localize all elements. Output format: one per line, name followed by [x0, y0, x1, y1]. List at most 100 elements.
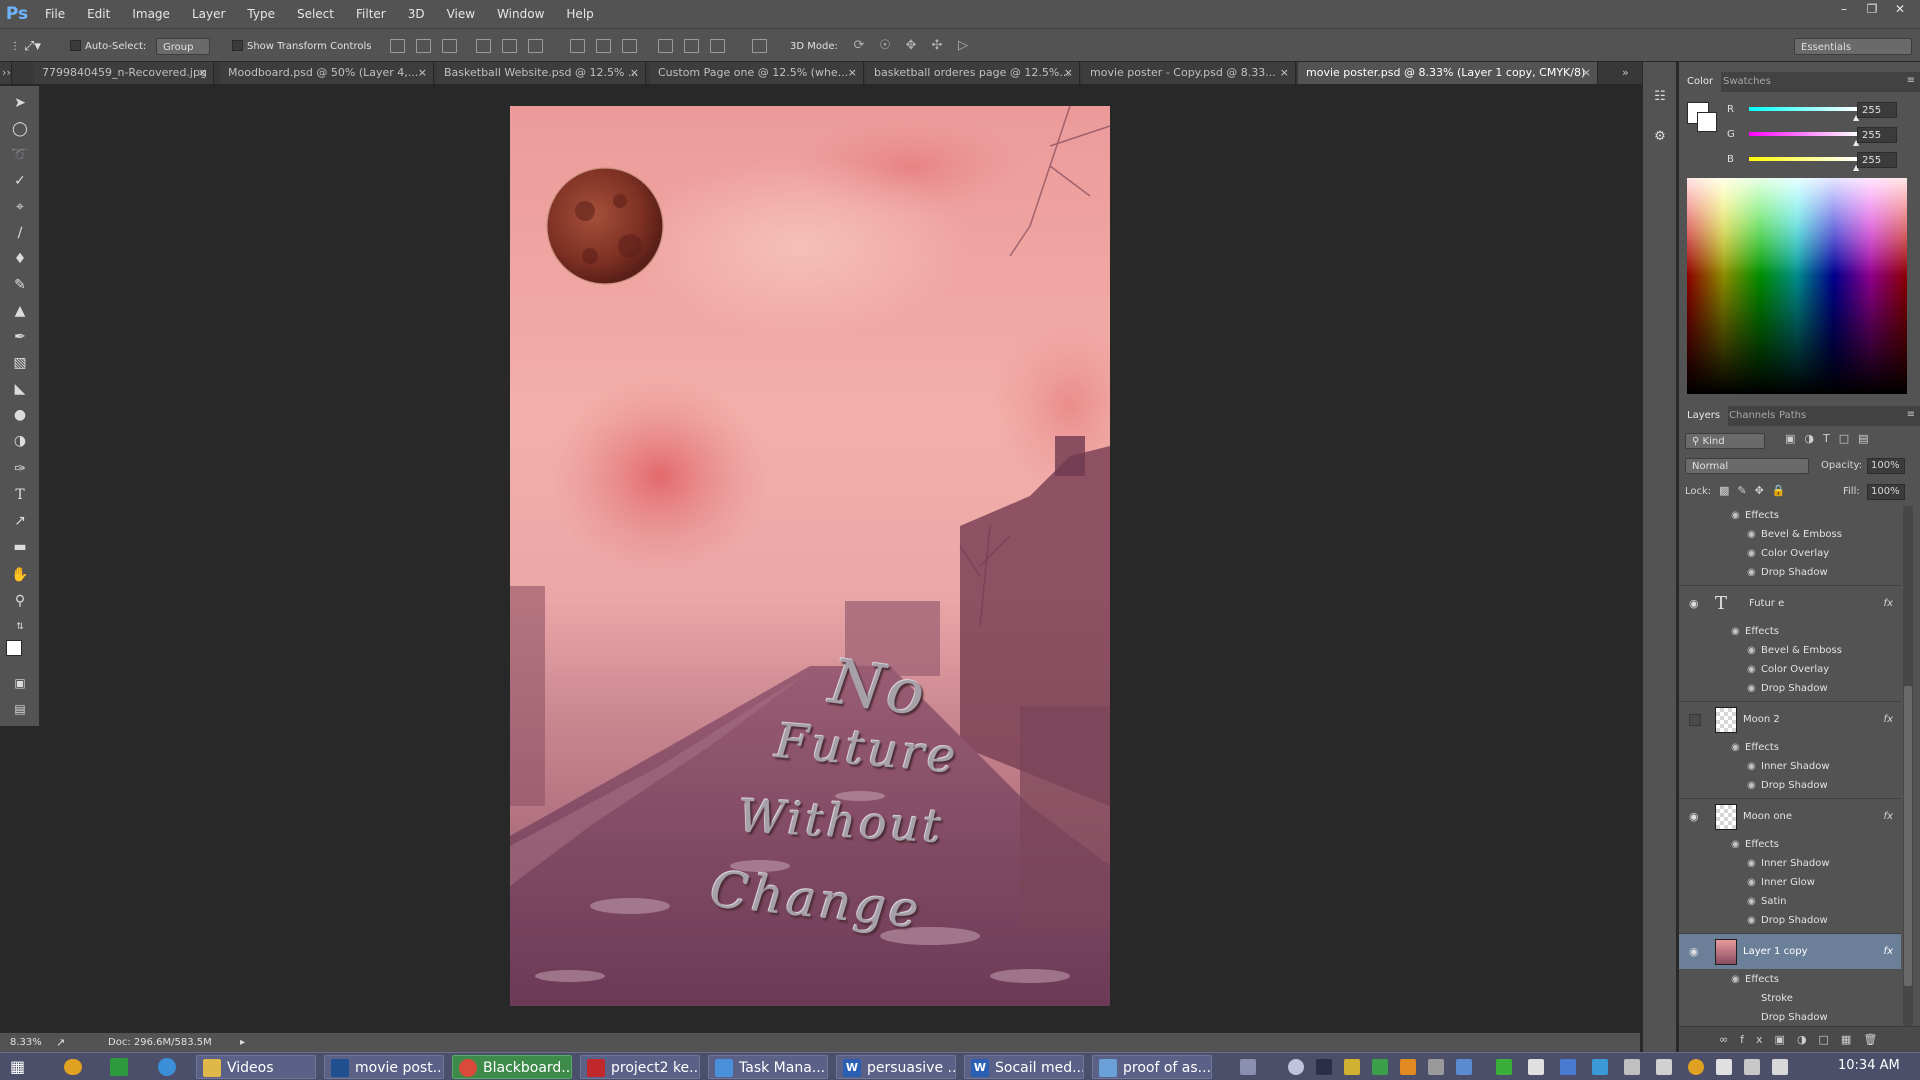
layer-row-selected[interactable]: ◉ Layer 1 copy fx [1679, 933, 1901, 969]
opacity-field[interactable]: 100% [1867, 458, 1905, 474]
zoom-level[interactable]: 8.33% [10, 1033, 42, 1053]
tab-swatches[interactable]: Swatches [1715, 72, 1779, 92]
eye-icon[interactable]: ◉ [1689, 586, 1699, 622]
menu-view[interactable]: View [436, 0, 486, 28]
movie-poster-canvas[interactable]: No Future Without Change [510, 106, 1110, 1006]
effect-item[interactable]: ◉ Drop Shadow [1679, 679, 1901, 698]
taskbar-button[interactable]: proof of as... [1092, 1055, 1212, 1079]
effects-group[interactable]: ◉ Effects [1679, 506, 1901, 525]
status-menu-arrow-icon[interactable]: ▸ [240, 1033, 245, 1053]
effect-item[interactable]: ◉ Inner Shadow [1679, 854, 1901, 873]
swap-colors-icon[interactable]: ⇅ [9, 616, 31, 638]
show-transform-checkbox[interactable]: Show Transform Controls [232, 38, 371, 55]
bluetooth-icon[interactable] [1560, 1059, 1576, 1075]
eye-icon[interactable]: ◉ [1747, 563, 1756, 582]
close-icon[interactable]: × [1280, 62, 1289, 84]
keyboard-icon[interactable] [1240, 1059, 1256, 1075]
eraser-tool-icon[interactable]: ▧ [9, 352, 31, 374]
eye-icon[interactable]: ◉ [1731, 835, 1740, 854]
blue-slider[interactable]: B ▲ 255 [1727, 152, 1897, 172]
chrome-tray-icon[interactable] [1688, 1059, 1704, 1075]
eye-icon[interactable]: ◉ [1747, 679, 1756, 698]
nvidia-icon[interactable] [1496, 1059, 1512, 1075]
path-select-tool-icon[interactable]: ↗ [9, 510, 31, 532]
taskbar-button[interactable]: movie post... [324, 1055, 444, 1079]
align-right-icon[interactable] [528, 39, 543, 53]
eye-icon[interactable]: ◉ [1747, 660, 1756, 679]
distribute-left-icon[interactable] [658, 39, 673, 53]
blue-track[interactable] [1749, 157, 1857, 161]
crop-tool-icon[interactable]: ⌖ [9, 196, 31, 218]
align-vertical-center-icon[interactable] [416, 39, 431, 53]
layer-filter-icons[interactable]: ▣◑T□▤ [1785, 432, 1915, 448]
3d-slide-icon[interactable]: ✣ [928, 38, 946, 54]
effects-group[interactable]: ◉ Effects [1679, 835, 1901, 854]
close-icon[interactable]: × [848, 62, 857, 84]
close-icon[interactable]: × [418, 62, 427, 84]
lock-icons[interactable]: ▩✎✥🔒 [1719, 484, 1799, 498]
taskbar-button[interactable]: W Socail med... [964, 1055, 1084, 1079]
blend-mode-dropdown[interactable]: Normal [1685, 458, 1809, 474]
fx-icon[interactable]: fx [1884, 934, 1893, 970]
start-icon[interactable]: ▦ [10, 1057, 32, 1077]
effect-item[interactable]: ◉ Satin [1679, 892, 1901, 911]
tab-document[interactable]: Basketball Website.psd @ 12.5% ... × [436, 62, 646, 84]
effect-item[interactable]: ◉ Inner Shadow [1679, 757, 1901, 776]
auto-select-dropdown[interactable]: Group [156, 38, 210, 55]
red-slider[interactable]: R ▲ 255 [1727, 102, 1897, 122]
layers-footer-icons[interactable]: ∞fx▣◑□▦🗑 [1679, 1026, 1920, 1052]
eye-icon[interactable]: ◉ [1747, 911, 1756, 930]
eye-icon[interactable]: ◉ [1747, 892, 1756, 911]
menu-layer[interactable]: Layer [181, 0, 236, 28]
tabs-overflow-icon[interactable]: » [1614, 62, 1644, 84]
history-brush-tool-icon[interactable]: ✒ [9, 326, 31, 348]
menu-filter[interactable]: Filter [345, 0, 397, 28]
zoom-tool-icon[interactable]: ⚲ [9, 590, 31, 612]
align-left-icon[interactable] [476, 39, 491, 53]
tab-paths[interactable]: Paths [1771, 406, 1814, 426]
distribute-top-icon[interactable] [570, 39, 585, 53]
eye-icon[interactable]: ◉ [1747, 544, 1756, 563]
taskbar-button[interactable]: Task Mana... [708, 1055, 828, 1079]
fill-field[interactable]: 100% [1867, 484, 1905, 500]
app-tray-icon[interactable] [1592, 1059, 1608, 1075]
distribute-right-icon[interactable] [710, 39, 725, 53]
history-panel-icon[interactable]: ☷ [1649, 86, 1671, 108]
effect-item[interactable]: ◉ Bevel & Emboss [1679, 525, 1901, 544]
quick-select-tool-icon[interactable]: ✓ [9, 170, 31, 192]
tab-document[interactable]: Custom Page one @ 12.5% (whe... × [650, 62, 864, 84]
align-bottom-icon[interactable] [442, 39, 457, 53]
distribute-hcenter-icon[interactable] [684, 39, 699, 53]
effect-item[interactable]: ◉ Color Overlay [1679, 660, 1901, 679]
menu-help[interactable]: Help [555, 0, 604, 28]
3d-drag-icon[interactable]: ✥ [902, 38, 920, 54]
close-icon[interactable]: × [1064, 62, 1073, 84]
scrollbar-thumb[interactable] [1904, 686, 1912, 986]
dodge-tool-icon[interactable]: ◑ [9, 430, 31, 452]
close-icon[interactable]: × [630, 62, 639, 84]
eye-icon[interactable]: ◉ [1747, 525, 1756, 544]
workspace-dropdown[interactable]: Essentials [1794, 38, 1912, 55]
layer-name[interactable]: Futur e [1749, 586, 1784, 622]
effect-item[interactable]: Drop Shadow [1679, 1008, 1901, 1027]
flag-icon[interactable] [1656, 1059, 1672, 1075]
eye-icon[interactable]: ◉ [1747, 854, 1756, 873]
marquee-tool-icon[interactable]: ◯ [9, 118, 31, 140]
tabs-grip-icon[interactable]: ›› [0, 62, 12, 84]
menu-window[interactable]: Window [486, 0, 555, 28]
blue-value[interactable]: 255 [1857, 152, 1897, 168]
hand-tool-icon[interactable]: ✋ [9, 564, 31, 586]
filter-kind-dropdown[interactable]: ⚲ Kind [1685, 433, 1765, 449]
effect-item[interactable]: ◉ Drop Shadow [1679, 911, 1901, 930]
effects-group[interactable]: ◉ Effects [1679, 970, 1901, 989]
rectangle-tool-icon[interactable]: ▬ [9, 536, 31, 558]
menu-image[interactable]: Image [121, 0, 181, 28]
eye-icon[interactable]: ◉ [1689, 934, 1699, 970]
panel-menu-icon[interactable]: ≡ [1907, 75, 1915, 86]
layer-name[interactable]: Moon one [1743, 799, 1792, 835]
volume-icon[interactable] [1772, 1059, 1788, 1075]
effect-item[interactable]: ◉ Drop Shadow [1679, 563, 1901, 582]
eye-icon[interactable]: ◉ [1747, 873, 1756, 892]
clone-stamp-tool-icon[interactable]: ▲ [9, 300, 31, 322]
menu-edit[interactable]: Edit [76, 0, 121, 28]
